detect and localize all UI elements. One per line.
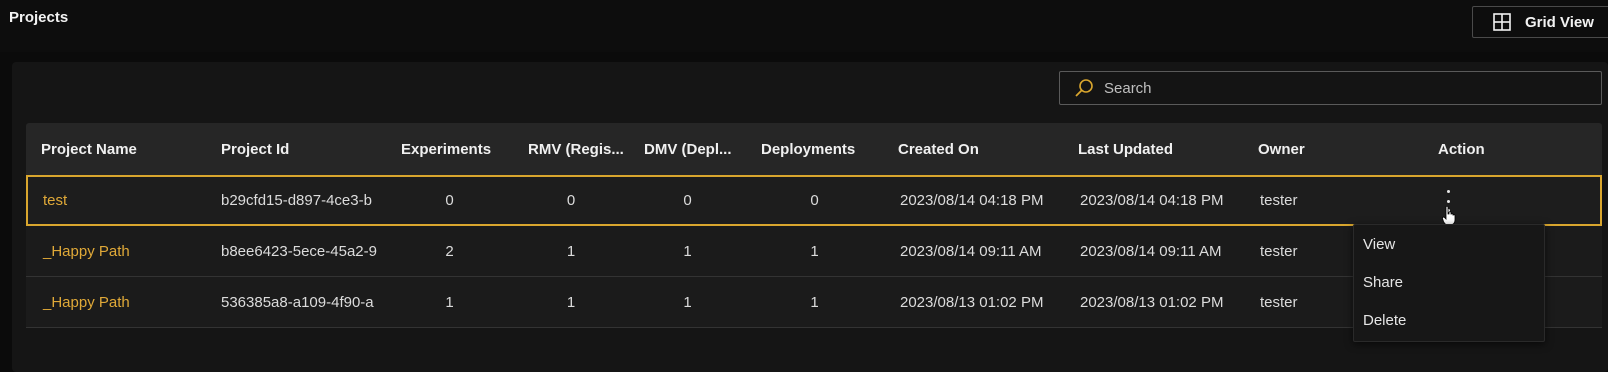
dmv-count: 0 — [683, 191, 692, 209]
column-header-rmv[interactable]: RMV (Regis... — [513, 141, 629, 158]
column-header-deployments[interactable]: Deployments — [746, 141, 883, 158]
column-header-created-on[interactable]: Created On — [883, 141, 1063, 158]
created-on: 2023/08/14 09:11 AM — [900, 242, 1042, 260]
dmv-count: 1 — [683, 242, 692, 260]
rmv-count: 1 — [566, 242, 576, 260]
table-row[interactable]: test b29cfd15-d897-4ce3-b 0 0 0 0 2023/0… — [26, 175, 1602, 226]
top-bar — [0, 0, 1608, 52]
project-name-link[interactable]: _Happy Path — [26, 243, 206, 260]
experiments-count: 1 — [445, 293, 454, 311]
column-header-last-updated[interactable]: Last Updated — [1063, 141, 1243, 158]
search-icon — [1075, 79, 1093, 97]
search-box[interactable] — [1059, 71, 1602, 105]
deployments-count: 1 — [810, 242, 819, 260]
project-id: b29cfd15-d897-4ce3-b — [221, 191, 372, 209]
deployments-count: 0 — [810, 191, 819, 209]
rmv-count: 1 — [566, 293, 576, 311]
column-header-owner[interactable]: Owner — [1243, 141, 1423, 158]
hand-cursor-icon — [1442, 206, 1456, 226]
column-header-action: Action — [1438, 140, 1485, 158]
project-name-link[interactable]: _Happy Path — [26, 294, 206, 311]
rmv-count: 0 — [566, 191, 576, 209]
last-updated: 2023/08/14 04:18 PM — [1080, 191, 1224, 209]
column-header-project-name[interactable]: Project Name — [26, 141, 206, 158]
menu-item-delete[interactable]: Delete — [1354, 301, 1544, 339]
owner: tester — [1260, 191, 1298, 209]
experiments-count: 2 — [445, 242, 454, 260]
created-on: 2023/08/14 04:18 PM — [900, 191, 1044, 209]
project-id: 536385a8-a109-4f90-a — [221, 293, 374, 311]
project-name-link[interactable]: test — [26, 192, 206, 209]
created-on: 2023/08/13 01:02 PM — [900, 293, 1044, 311]
experiments-count: 0 — [445, 191, 454, 209]
project-id: b8ee6423-5ece-45a2-9 — [221, 242, 377, 260]
column-header-project-id[interactable]: Project Id — [206, 141, 386, 158]
last-updated: 2023/08/13 01:02 PM — [1080, 293, 1224, 311]
table-header: Project Name Project Id Experiments RMV … — [26, 123, 1602, 175]
menu-item-view[interactable]: View — [1354, 225, 1544, 263]
grid-view-button[interactable]: Grid View — [1472, 6, 1608, 38]
column-header-dmv[interactable]: DMV (Depl... — [629, 141, 746, 158]
last-updated: 2023/08/14 09:11 AM — [1080, 242, 1222, 260]
page-title: Projects — [9, 9, 69, 26]
deployments-count: 1 — [810, 293, 819, 311]
action-menu: View Share Delete — [1353, 224, 1545, 342]
grid-icon — [1493, 13, 1511, 31]
dmv-count: 1 — [683, 293, 692, 311]
grid-view-label: Grid View — [1525, 13, 1594, 31]
menu-item-share[interactable]: Share — [1354, 263, 1544, 301]
column-header-experiments[interactable]: Experiments — [386, 141, 513, 158]
search-input[interactable] — [1102, 78, 1586, 98]
